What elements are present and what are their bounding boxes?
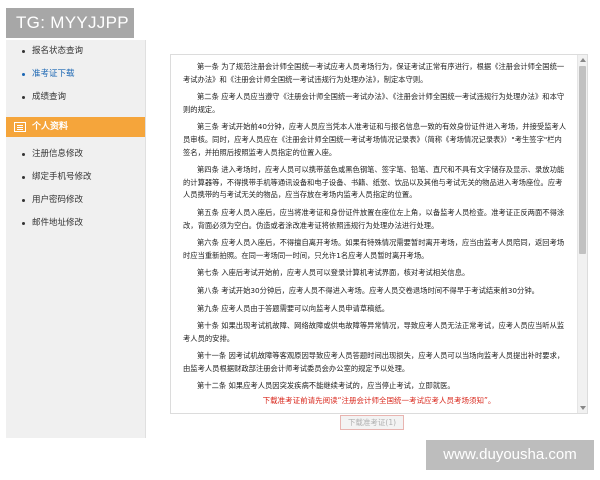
sidebar-menu-top: 报名状态查询 准考证下载 成绩查询 <box>6 40 145 109</box>
notice-paragraph: 第一条 为了规范注册会计师全国统一考试应考人员考场行为，保证考试正常有序进行，根… <box>183 62 565 84</box>
sidebar-item-email[interactable]: 邮件地址修改 <box>6 212 145 235</box>
download-admission-button[interactable]: 下载准考证(1) <box>340 415 404 430</box>
scroll-thumb[interactable] <box>579 66 586 254</box>
notice-text: 第一条 为了规范注册会计师全国统一考试应考人员考场行为，保证考试正常有序进行，根… <box>171 55 577 413</box>
notice-paragraph: 第五条 应考人员入座后，应当将准考证和身份证件放置在座位左上角，以备监考人员检查… <box>183 207 565 230</box>
notice-paragraph: 第十一条 因考试机故障等客观原因导致应考人员答题时间出现损失，应考人员可以当场向… <box>183 351 565 373</box>
notice-paragraph: 第九条 应考人员由于答题需要可以向监考人员申请草稿纸。 <box>197 303 390 313</box>
notice-scrollbar[interactable] <box>577 55 587 413</box>
sidebar-menu-bottom: 注册信息修改 绑定手机号修改 用户密码修改 邮件地址修改 <box>6 143 145 235</box>
download-warning: 下载准考证前请先阅读“注册会计师全国统一考试应考人员考场须知”。 <box>262 396 496 405</box>
notice-paragraph: 第六条 应考人员入座后，不得擅自离开考场。如果有特殊情况需要暂时离开考场，应当由… <box>183 238 565 260</box>
notice-paragraph: 第四条 进入考场时，应考人员可以携带蓝色或黑色钢笔、签字笔、铅笔、直尺和不具有文… <box>183 165 565 200</box>
watermark-bottom: www.duyousha.com <box>426 440 594 470</box>
sidebar: 报名状态查询 准考证下载 成绩查询 个人资料 注册信息修改 绑定手机号修改 用户… <box>6 40 146 438</box>
sidebar-item-phone[interactable]: 绑定手机号修改 <box>6 166 145 189</box>
sidebar-group-label: 个人资料 <box>32 122 69 132</box>
sidebar-item-admission-download[interactable]: 准考证下载 <box>6 63 145 86</box>
exam-rules-notice[interactable]: 第一条 为了规范注册会计师全国统一考试应考人员考场行为，保证考试正常有序进行，根… <box>170 54 588 414</box>
notice-paragraph: 第十条 如果出现考试机故障、网络故障或供电故障等异常情况，导致应考人员无法正常考… <box>183 321 565 343</box>
notice-paragraph: 第十二条 如果应考人员因突发疾病不能继续考试的，应当停止考试，立即就医。 <box>197 381 455 391</box>
profile-card-icon <box>14 122 26 132</box>
sidebar-item-registration-status[interactable]: 报名状态查询 <box>6 40 145 63</box>
notice-paragraph: 第三条 考试开始前40分钟，应考人员应当凭本人准考证和与报名信息一致的有效身份证… <box>183 122 567 157</box>
main-content: 第一条 为了规范注册会计师全国统一考试应考人员考场行为，保证考试正常有序进行，根… <box>150 40 594 438</box>
download-button-wrap: 下载准考证(1) <box>150 410 594 430</box>
scroll-up-arrow-icon[interactable] <box>580 58 586 62</box>
sidebar-group-personal[interactable]: 个人资料 <box>6 117 145 137</box>
notice-paragraph: 第七条 入座后考试开始前，应考人员可以登录计算机考试界面，核对考试相关信息。 <box>197 268 470 278</box>
sidebar-item-password[interactable]: 用户密码修改 <box>6 189 145 212</box>
sidebar-item-registration-info[interactable]: 注册信息修改 <box>6 143 145 166</box>
notice-paragraph: 第八条 考试开始30分钟后，应考人员不得进入考场。应考人员交卷退场时间不得早于考… <box>197 285 539 295</box>
sidebar-item-score-query[interactable]: 成绩查询 <box>6 86 145 109</box>
notice-paragraph: 第二条 应考人员应当遵守《注册会计师全国统一考试办法》、《注册会计师全国统一考试… <box>183 92 565 114</box>
watermark-top: TG: MYYJJPP <box>6 8 134 38</box>
